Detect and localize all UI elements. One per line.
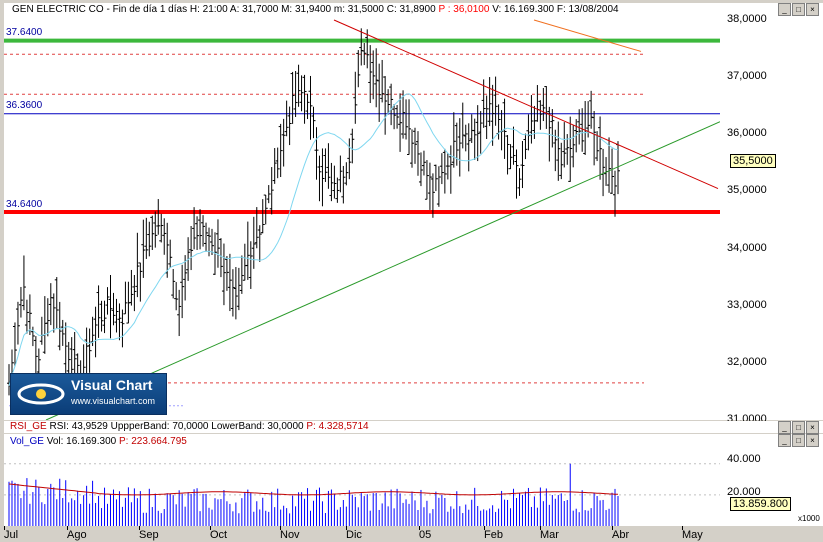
logo-title: Visual Chart	[71, 377, 153, 393]
month-label-sep: Sep	[139, 529, 159, 541]
vol-current-value: 13.859.800	[733, 498, 789, 510]
month-label-may: May	[682, 529, 703, 541]
month-tick	[280, 526, 281, 530]
high-label: M: 31,9400	[281, 4, 332, 15]
vol-minimize-button[interactable]: _	[778, 434, 791, 447]
timeframe-label: Fin de día 1 días	[112, 4, 188, 15]
maximize-button[interactable]: □	[792, 3, 805, 16]
volume-label: V: 16.169.300	[492, 4, 555, 15]
month-tick	[419, 526, 420, 530]
vol-multiplier: x1000	[798, 514, 820, 523]
month-tick	[346, 526, 347, 530]
price-chart	[4, 19, 721, 421]
month-label-05: 05	[419, 529, 432, 541]
vol-name: Vol_GE	[10, 436, 44, 447]
logo-swoosh-icon	[17, 383, 65, 405]
month-tick	[210, 526, 211, 530]
rsi-upper: UppperBand: 70,0000	[110, 421, 209, 432]
close-button[interactable]: ×	[806, 3, 819, 16]
price-tick-2: 36,0000	[727, 127, 767, 140]
rsi-panel[interactable]: RSI_GE RSI: 43,9529 UppperBand: 70,0000 …	[4, 421, 720, 433]
rsi-cursor: P: 4.328,5714	[306, 421, 369, 432]
rsi-minimize-button[interactable]: _	[778, 421, 791, 434]
level-label-3: 34.6400	[6, 199, 43, 210]
current-price-tag: 35,5000	[730, 154, 776, 168]
month-label-ago: Ago	[67, 529, 87, 541]
month-tick	[682, 526, 683, 530]
vol-value: Vol: 16.169.300	[46, 436, 117, 447]
rsi-lower: LowerBand: 30,0000	[211, 421, 304, 432]
vol-current-tag: 13.859.800	[730, 497, 792, 511]
price-tick-3: 35,0000	[727, 184, 767, 197]
month-label-abr: Abr	[612, 529, 630, 541]
price-tick-5: 33,0000	[727, 298, 767, 311]
close-label: C: 31,8900	[386, 4, 436, 15]
volume-panel[interactable]: Vol_GE Vol: 16.169.300 P: 223.664.795	[4, 434, 720, 526]
month-tick	[4, 526, 5, 530]
level-label-1: 37.6400	[6, 27, 43, 38]
open-label: A: 31,7000	[229, 4, 279, 15]
price-header: GEN ELECTRIC CO - Fin de día 1 días H: 2…	[12, 4, 619, 15]
volume-chart	[4, 463, 720, 526]
price-tick-4: 34,0000	[727, 241, 767, 254]
month-tick	[484, 526, 485, 530]
month-label-feb: Feb	[484, 529, 503, 541]
symbol-label: GEN ELECTRIC CO	[12, 4, 104, 15]
volume-average-line	[8, 483, 619, 496]
rsi-name: RSI_GE	[10, 421, 47, 432]
low-label: m: 31,5000	[333, 4, 384, 15]
rsi-value: RSI: 43,9529	[49, 421, 108, 432]
vol-cursor: P: 223.664.795	[119, 436, 187, 447]
month-label-dic: Dic	[346, 529, 362, 541]
minimize-button[interactable]: _	[778, 3, 791, 16]
price-panel[interactable]	[4, 3, 721, 421]
price-tick-6: 32,0000	[727, 355, 767, 368]
month-tick	[540, 526, 541, 530]
cursor-price-label: P : 36,0100	[438, 4, 490, 15]
month-label-mar: Mar	[540, 529, 559, 541]
month-tick	[139, 526, 140, 530]
volume-axis	[720, 434, 823, 526]
month-tick	[612, 526, 613, 530]
logo-url: www.visualchart.com	[71, 396, 156, 406]
volume-header: Vol_GE Vol: 16.169.300 P: 223.664.795	[10, 436, 187, 447]
current-price-value: 35,5000	[733, 155, 773, 167]
rsi-close-button[interactable]: ×	[806, 421, 819, 434]
price-tick-0: 38,0000	[727, 13, 767, 25]
hour-label: H: 21:00	[189, 4, 228, 15]
vol-maximize-button[interactable]: □	[792, 434, 805, 447]
level-label-2: 36.3600	[6, 100, 43, 111]
month-label-nov: Nov	[280, 529, 300, 541]
orange-trendline	[533, 19, 642, 52]
date-label: F: 13/08/2004	[556, 4, 619, 15]
rsi-maximize-button[interactable]: □	[792, 421, 805, 434]
month-tick	[67, 526, 68, 530]
rsi-header: RSI_GE RSI: 43,9529 UppperBand: 70,0000 …	[10, 421, 369, 432]
price-tick-1: 37,0000	[727, 70, 767, 83]
month-label-jul: Jul	[4, 529, 19, 541]
month-label-oct: Oct	[210, 529, 228, 541]
vol-tick-40000: 40.000	[727, 453, 761, 465]
visual-chart-logo: Visual Chart www.visualchart.com	[10, 373, 167, 415]
vol-close-button[interactable]: ×	[806, 434, 819, 447]
